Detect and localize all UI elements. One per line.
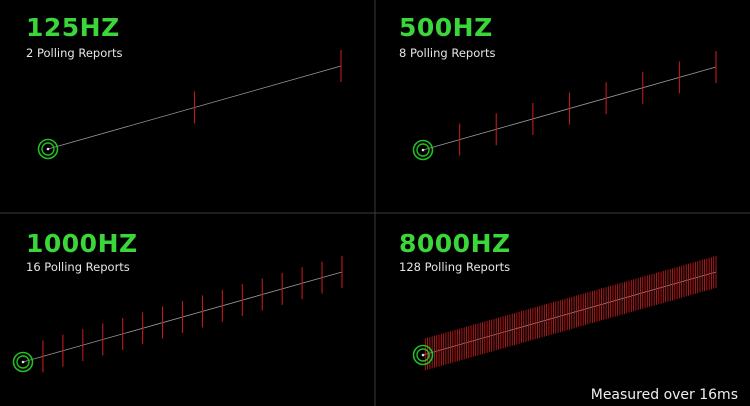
cursor-origin-dot <box>46 147 50 151</box>
panel-title-500hz: 500HZ <box>399 13 493 42</box>
panel-title-125hz: 125HZ <box>26 13 120 42</box>
footer-note: Measured over 16ms <box>590 387 738 403</box>
panel-subtitle-500hz: 8 Polling Reports <box>399 46 496 60</box>
polling-diagram <box>0 0 750 406</box>
panel-subtitle-125hz: 2 Polling Reports <box>26 46 123 60</box>
panel-title-8000hz: 8000HZ <box>399 229 511 258</box>
panel-title-1000hz: 1000HZ <box>26 229 138 258</box>
panel-subtitle-8000hz: 128 Polling Reports <box>399 260 511 274</box>
cursor-origin-dot <box>21 360 25 364</box>
polling-rate-comparison: 125HZ 2 Polling Reports 500HZ 8 Polling … <box>0 0 750 406</box>
panel-subtitle-1000hz: 16 Polling Reports <box>26 260 130 274</box>
cursor-origin-dot <box>421 353 425 357</box>
cursor-origin-dot <box>421 148 425 152</box>
